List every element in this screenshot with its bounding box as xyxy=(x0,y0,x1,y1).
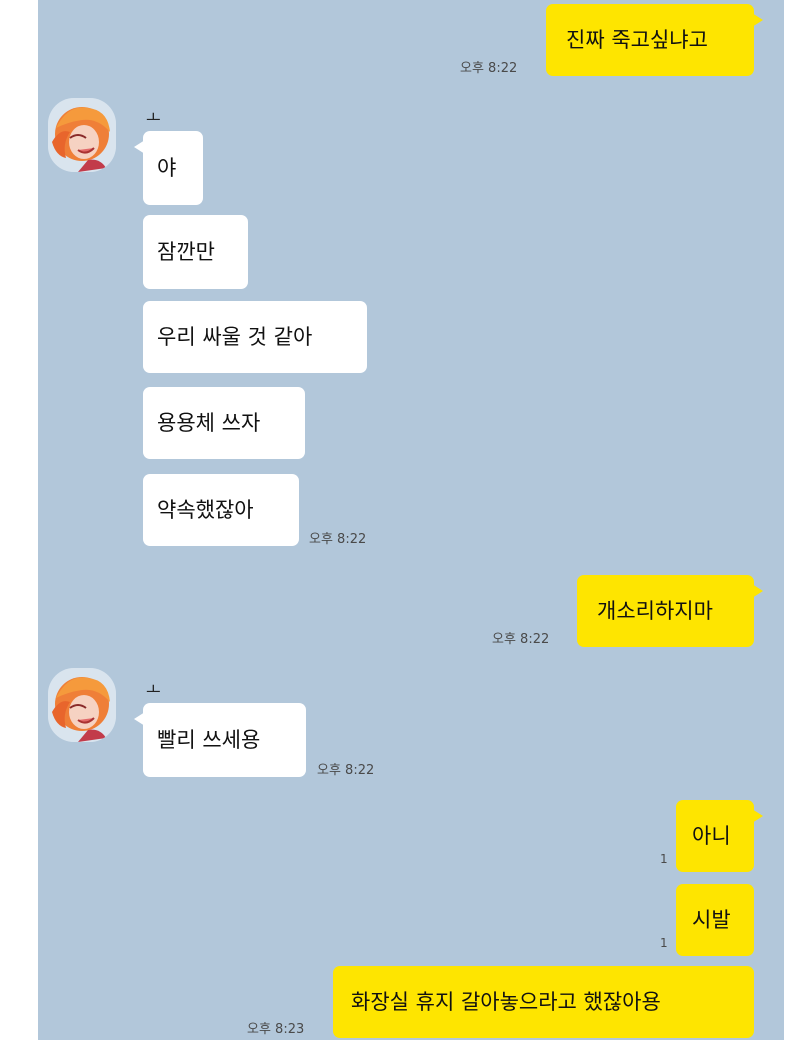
my-message-bubble[interactable]: 아니 xyxy=(676,800,763,872)
my-message-bubble[interactable]: 시발 xyxy=(676,884,754,956)
my-message-bubble[interactable]: 화장실 휴지 갈아놓으라고 했잖아용 xyxy=(333,966,754,1038)
friend-name: ㅗ xyxy=(146,108,161,127)
friend-message-bubble[interactable]: 우리 싸울 것 같아 xyxy=(143,301,367,373)
friend-message-bubble[interactable]: 빨리 쓰세용 xyxy=(134,703,306,777)
message-time: 오후 8:22 xyxy=(309,532,367,547)
friend-name: ㅗ xyxy=(146,680,161,699)
message-time: 오후 8:22 xyxy=(317,763,375,778)
friend-message-bubble[interactable]: 야 xyxy=(134,131,203,205)
unread-count: 1 xyxy=(660,936,668,950)
friend-avatar[interactable] xyxy=(48,98,116,172)
avatar-icon xyxy=(48,98,116,172)
my-message-bubble[interactable]: 개소리하지마 xyxy=(577,575,763,647)
unread-count: 1 xyxy=(660,852,668,866)
friend-message-bubble[interactable]: 용용체 쓰자 xyxy=(143,387,305,459)
friend-avatar[interactable] xyxy=(48,668,116,742)
message-time: 오후 8:22 xyxy=(492,632,550,647)
avatar-icon xyxy=(48,668,116,742)
friend-message-bubble[interactable]: 약속했잖아 xyxy=(143,474,299,546)
chat-area: 오후 8:22 진짜 죽고싶냐고 ㅗ 야 잠깐만 우리 싸울 것 같아 용용체 … xyxy=(38,0,784,1040)
my-message-bubble[interactable]: 진짜 죽고싶냐고 xyxy=(546,4,763,76)
message-time: 오후 8:22 xyxy=(460,61,518,76)
friend-message-bubble[interactable]: 잠깐만 xyxy=(143,215,248,289)
message-time: 오후 8:23 xyxy=(247,1022,305,1037)
